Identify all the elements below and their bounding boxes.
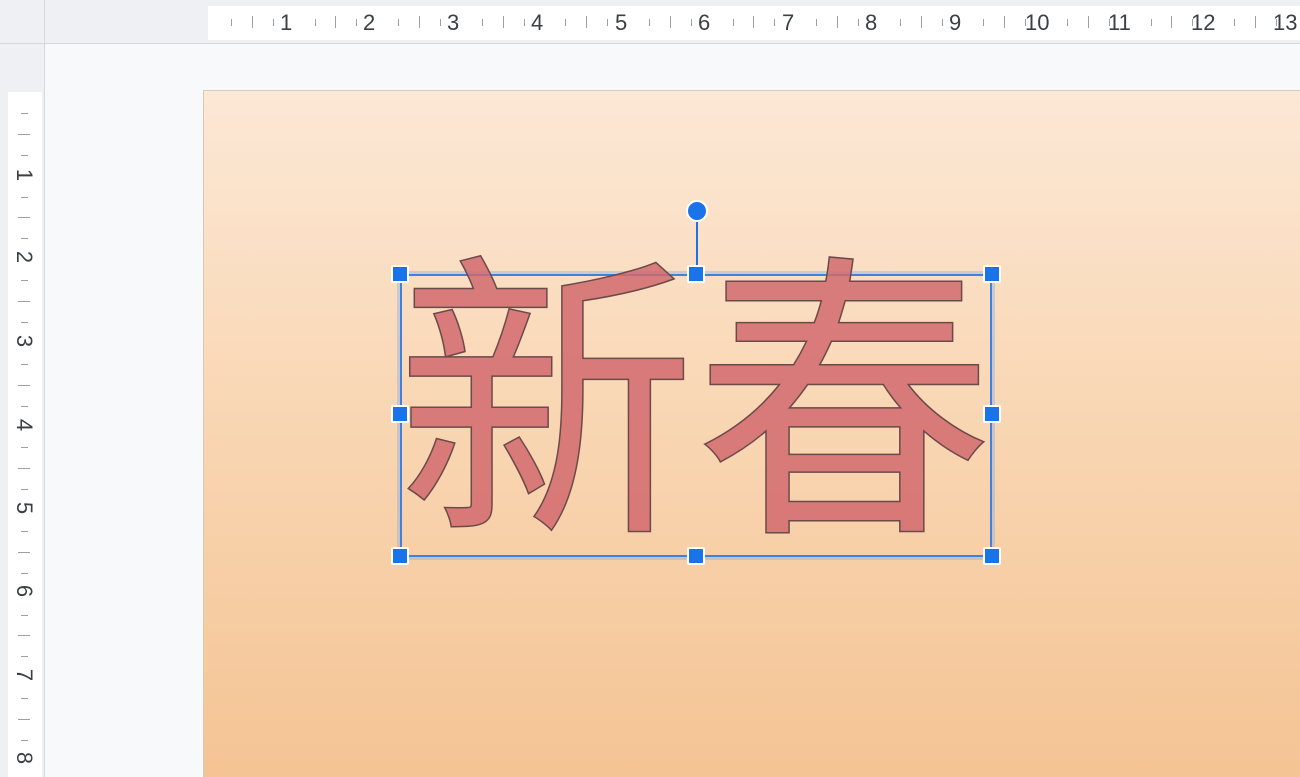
horizontal-ruler-label: 9 xyxy=(949,10,962,35)
ruler-tick xyxy=(21,363,28,365)
horizontal-ruler-label: 8 xyxy=(865,10,878,35)
ruler-tick xyxy=(18,133,30,135)
ruler-tick xyxy=(21,572,28,574)
ruler-tick xyxy=(18,217,30,219)
word-art-text[interactable]: 新春 xyxy=(396,246,1000,566)
ruler-tick xyxy=(1171,16,1173,28)
ruler-tick xyxy=(816,19,818,26)
ruler-tick xyxy=(18,551,30,553)
ruler-tick xyxy=(21,280,28,282)
slides-editor-canvas: 1 2 3 4 5 6 7 8 9 10 11 12 13 1 2 3 4 5 … xyxy=(0,0,1300,777)
ruler-tick xyxy=(648,19,650,26)
ruler-tick xyxy=(21,698,28,700)
vertical-ruler-label: 1 xyxy=(12,168,38,182)
ruler-tick xyxy=(669,16,671,28)
ruler-tick xyxy=(21,321,28,323)
ruler-tick xyxy=(21,447,28,449)
horizontal-ruler-label: 4 xyxy=(531,10,544,35)
ruler-tick xyxy=(419,16,420,28)
ruler-tick xyxy=(230,19,232,26)
ruler-tick xyxy=(21,739,28,741)
ruler-tick xyxy=(857,19,859,26)
ruler-tick xyxy=(18,468,30,470)
vertical-ruler[interactable]: 1 2 3 4 5 6 7 8 xyxy=(0,44,45,777)
ruler-tick xyxy=(586,16,588,28)
ruler-tick xyxy=(21,530,28,532)
resize-handle-middle-left[interactable] xyxy=(391,405,409,423)
ruler-tick xyxy=(21,489,28,491)
resize-handle-middle-right[interactable] xyxy=(983,405,1001,423)
vertical-ruler-label: 7 xyxy=(12,668,38,682)
ruler-tick xyxy=(21,405,28,407)
ruler-tick xyxy=(251,16,253,28)
vertical-ruler-label: 8 xyxy=(12,751,38,765)
ruler-tick xyxy=(439,19,441,26)
ruler-tick xyxy=(272,19,274,26)
ruler-tick xyxy=(21,196,28,198)
ruler-tick xyxy=(398,19,400,26)
vertical-ruler-label: 3 xyxy=(12,334,38,348)
horizontal-ruler-label: 12 xyxy=(1191,10,1216,35)
vertical-ruler-label: 4 xyxy=(12,418,38,432)
ruler-tick xyxy=(753,16,755,28)
horizontal-ruler-label: 7 xyxy=(782,10,795,35)
horizontal-ruler-label: 11 xyxy=(1108,10,1131,35)
ruler-tick xyxy=(523,19,525,26)
horizontal-ruler-label: 2 xyxy=(363,10,376,35)
resize-handle-top-left[interactable] xyxy=(391,265,409,283)
horizontal-ruler-label: 13 xyxy=(1273,10,1298,35)
ruler-tick xyxy=(1004,16,1006,28)
ruler-tick xyxy=(1066,19,1068,26)
horizontal-ruler-label: 5 xyxy=(615,10,628,35)
ruler-tick xyxy=(1255,16,1256,28)
vertical-ruler-label: 2 xyxy=(12,250,38,264)
ruler-tick xyxy=(983,19,985,26)
ruler-tick xyxy=(690,19,692,26)
rotate-handle[interactable] xyxy=(686,200,708,222)
ruler-tick xyxy=(356,19,358,26)
ruler-tick xyxy=(21,112,28,114)
ruler-tick xyxy=(920,16,922,28)
ruler-tick xyxy=(21,154,28,156)
ruler-tick xyxy=(21,656,28,658)
ruler-tick xyxy=(481,19,483,26)
ruler-tick xyxy=(565,19,567,26)
ruler-tick xyxy=(1087,16,1089,28)
ruler-tick xyxy=(21,238,28,240)
ruler-tick xyxy=(732,19,734,26)
ruler-tick xyxy=(18,384,30,386)
ruler-tick xyxy=(1150,19,1152,26)
word-art-text-box[interactable]: 新春 xyxy=(396,246,995,566)
ruler-tick xyxy=(335,16,337,28)
resize-handle-top-middle[interactable] xyxy=(687,265,705,283)
resize-handle-bottom-left[interactable] xyxy=(391,547,409,565)
ruler-tick xyxy=(837,16,838,28)
ruler-corner xyxy=(0,0,45,44)
resize-handle-bottom-middle[interactable] xyxy=(687,547,705,565)
ruler-tick xyxy=(774,19,776,26)
ruler-tick xyxy=(607,19,609,26)
horizontal-ruler-label: 3 xyxy=(447,10,460,35)
horizontal-ruler-label: 6 xyxy=(698,10,711,35)
ruler-tick xyxy=(314,19,316,26)
ruler-tick xyxy=(1234,19,1236,26)
ruler-tick xyxy=(21,614,28,616)
ruler-tick xyxy=(502,16,504,28)
vertical-ruler-label: 5 xyxy=(12,501,38,515)
ruler-tick xyxy=(18,719,30,720)
horizontal-ruler[interactable]: 1 2 3 4 5 6 7 8 9 10 11 12 13 xyxy=(45,0,1300,44)
ruler-tick xyxy=(899,19,901,26)
vertical-ruler-label: 6 xyxy=(12,584,38,598)
horizontal-ruler-label: 10 xyxy=(1025,10,1050,35)
resize-handle-top-right[interactable] xyxy=(983,265,1001,283)
resize-handle-bottom-right[interactable] xyxy=(983,547,1001,565)
ruler-tick xyxy=(18,301,30,302)
ruler-tick xyxy=(941,19,943,26)
ruler-tick xyxy=(18,635,30,637)
horizontal-ruler-label: 1 xyxy=(280,10,293,35)
